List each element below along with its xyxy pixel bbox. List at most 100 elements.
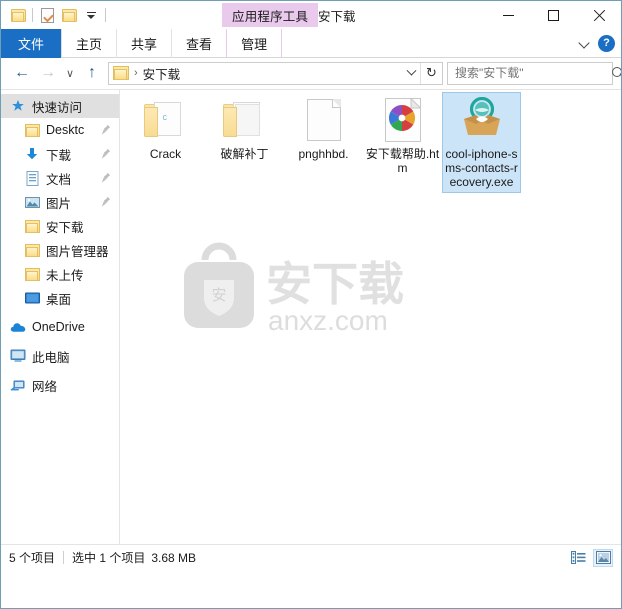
address-bar: ← → ∨ ↑ › 安下载 ↻ bbox=[1, 58, 621, 89]
search-box[interactable] bbox=[447, 61, 621, 85]
download-icon bbox=[23, 146, 41, 162]
status-divider bbox=[63, 551, 65, 564]
recent-locations-button[interactable]: ∨ bbox=[61, 60, 79, 86]
sidebar-item-image-manager[interactable]: 图片管理器 bbox=[1, 238, 119, 262]
tab-file[interactable]: 文件 bbox=[1, 29, 62, 58]
folder-icon bbox=[221, 96, 269, 144]
minimize-button[interactable] bbox=[486, 1, 531, 29]
sidebar-item-label: 快速访问 bbox=[32, 100, 83, 115]
pin-icon[interactable] bbox=[101, 124, 111, 136]
tab-home[interactable]: 主页 bbox=[61, 29, 116, 58]
watermark-logo: 安 安下载 anxz.com bbox=[170, 242, 420, 337]
pin-icon[interactable] bbox=[101, 148, 111, 160]
sidebar-item-label: OneDrive bbox=[32, 320, 85, 334]
sidebar-item-documents[interactable]: 文档 bbox=[1, 166, 119, 190]
folder-icon bbox=[23, 218, 41, 234]
search-icon[interactable] bbox=[612, 66, 621, 80]
maximize-button[interactable] bbox=[531, 1, 576, 29]
search-input[interactable] bbox=[453, 65, 612, 81]
sidebar-item-this-pc[interactable]: 此电脑 bbox=[1, 344, 119, 368]
window-title: 安下载 bbox=[318, 1, 356, 29]
close-button[interactable] bbox=[576, 1, 621, 29]
svg-text:安下载: 安下载 bbox=[266, 257, 404, 311]
sidebar-item-onedrive[interactable]: OneDrive bbox=[1, 315, 119, 339]
sidebar-item-desktop-pinned[interactable]: Desktc bbox=[1, 118, 119, 142]
tab-view[interactable]: 查看 bbox=[171, 29, 226, 58]
file-item-pnghhbd[interactable]: pnghhbd. bbox=[284, 92, 363, 193]
folder-icon bbox=[23, 242, 41, 258]
file-item-help-htm[interactable]: 安下载帮助.htm bbox=[363, 92, 442, 193]
ribbon-right-controls: ? bbox=[578, 29, 621, 57]
refresh-icon[interactable]: ↻ bbox=[420, 62, 442, 84]
sidebar-item-desktop[interactable]: 桌面 bbox=[1, 286, 119, 310]
pin-star-icon bbox=[9, 98, 27, 114]
pictures-icon bbox=[23, 194, 41, 210]
refresh-glyph: ↻ bbox=[426, 65, 437, 80]
forward-arrow-icon: → bbox=[40, 64, 56, 81]
qat-divider-2 bbox=[105, 8, 106, 22]
sidebar-item-network[interactable]: 网络 bbox=[1, 373, 119, 397]
folder-icon bbox=[23, 122, 41, 138]
tab-home-label: 主页 bbox=[76, 37, 103, 52]
large-icons-view-button[interactable] bbox=[593, 548, 613, 567]
tab-share-label: 共享 bbox=[131, 37, 158, 52]
documents-icon bbox=[23, 170, 41, 186]
file-list-pane[interactable]: 安 安下载 anxz.com c Crack 破解补丁 pnghhbd. 安下载… bbox=[120, 90, 621, 570]
tab-file-label: 文件 bbox=[18, 37, 45, 52]
view-mode-controls bbox=[568, 548, 613, 567]
window-controls bbox=[486, 1, 621, 29]
explorer-body: 快速访问 Desktc 下载 文档 图片 安下载 图片管理器 未上传 桌面 On… bbox=[1, 89, 621, 570]
sidebar-item-not-uploaded[interactable]: 未上传 bbox=[1, 262, 119, 286]
file-item-recovery-exe[interactable]: cool-iphone-sms-contacts-recovery.exe bbox=[442, 92, 521, 193]
up-button[interactable]: ↑ bbox=[79, 60, 105, 86]
breadcrumb-separator[interactable]: › bbox=[134, 67, 138, 79]
back-arrow-icon: ← bbox=[14, 64, 30, 81]
forward-button[interactable]: → bbox=[35, 60, 61, 86]
file-label: cool-iphone-sms-contacts-recovery.exe bbox=[445, 147, 518, 189]
sidebar-item-downloads[interactable]: 下载 bbox=[1, 142, 119, 166]
chevron-down-icon[interactable] bbox=[578, 36, 592, 50]
customize-caret-icon[interactable] bbox=[80, 4, 102, 26]
file-item-crack[interactable]: c Crack bbox=[126, 92, 205, 193]
file-explorer-window: 应用程序工具 安下载 文件 主页 共享 查看 管理 ? ← → ∨ ↑ › 安下… bbox=[0, 0, 622, 609]
this-pc-icon bbox=[9, 348, 27, 364]
file-item-patch[interactable]: 破解补丁 bbox=[205, 92, 284, 193]
sidebar-item-pictures[interactable]: 图片 bbox=[1, 190, 119, 214]
qat-divider bbox=[32, 8, 33, 22]
new-folder-icon[interactable] bbox=[58, 4, 80, 26]
sidebar-item-label: 图片管理器 bbox=[46, 244, 109, 259]
title-bar: 应用程序工具 安下载 bbox=[1, 1, 621, 29]
file-label: pnghhbd. bbox=[298, 147, 349, 161]
exe-box-icon bbox=[458, 96, 506, 144]
status-bar: 5 个项目 选中 1 个项目 3.68 MB bbox=[1, 544, 621, 570]
up-arrow-icon: ↑ bbox=[88, 64, 96, 81]
sidebar-item-quick-access[interactable]: 快速访问 bbox=[1, 94, 119, 118]
folder-icon[interactable] bbox=[7, 4, 29, 26]
tab-manage[interactable]: 管理 bbox=[226, 29, 283, 58]
breadcrumb-item-0[interactable]: 安下载 bbox=[143, 64, 181, 83]
sidebar-item-anxiazai[interactable]: 安下载 bbox=[1, 214, 119, 238]
sidebar-item-label: 桌面 bbox=[46, 292, 72, 307]
address-input[interactable]: › 安下载 ↻ bbox=[108, 61, 443, 85]
tab-manage-label: 管理 bbox=[241, 37, 268, 52]
tab-share[interactable]: 共享 bbox=[116, 29, 171, 58]
properties-icon[interactable] bbox=[36, 4, 58, 26]
ribbon-tab-bar: 文件 主页 共享 查看 管理 ? bbox=[1, 29, 621, 58]
sidebar-item-label: 此电脑 bbox=[32, 350, 70, 365]
blank-doc-icon bbox=[300, 96, 348, 144]
address-dropdown-icon[interactable] bbox=[402, 63, 420, 84]
pin-icon[interactable] bbox=[101, 196, 111, 208]
svg-text:安: 安 bbox=[211, 286, 226, 304]
help-label: ? bbox=[603, 37, 610, 49]
back-button[interactable]: ← bbox=[9, 60, 35, 86]
window-title-text: 安下载 bbox=[318, 9, 356, 24]
sidebar-item-label: 下载 bbox=[46, 148, 72, 163]
onedrive-icon bbox=[9, 319, 27, 335]
details-view-button[interactable] bbox=[568, 549, 588, 567]
selection-label: 选中 1 个项目 bbox=[72, 551, 146, 565]
pin-icon[interactable] bbox=[101, 172, 111, 184]
file-label: 安下载帮助.htm bbox=[365, 147, 440, 175]
help-icon[interactable]: ? bbox=[598, 34, 615, 52]
file-grid: c Crack 破解补丁 pnghhbd. 安下载帮助.htm cool-iph… bbox=[126, 92, 521, 193]
selection-size-label: 3.68 MB bbox=[151, 550, 197, 565]
